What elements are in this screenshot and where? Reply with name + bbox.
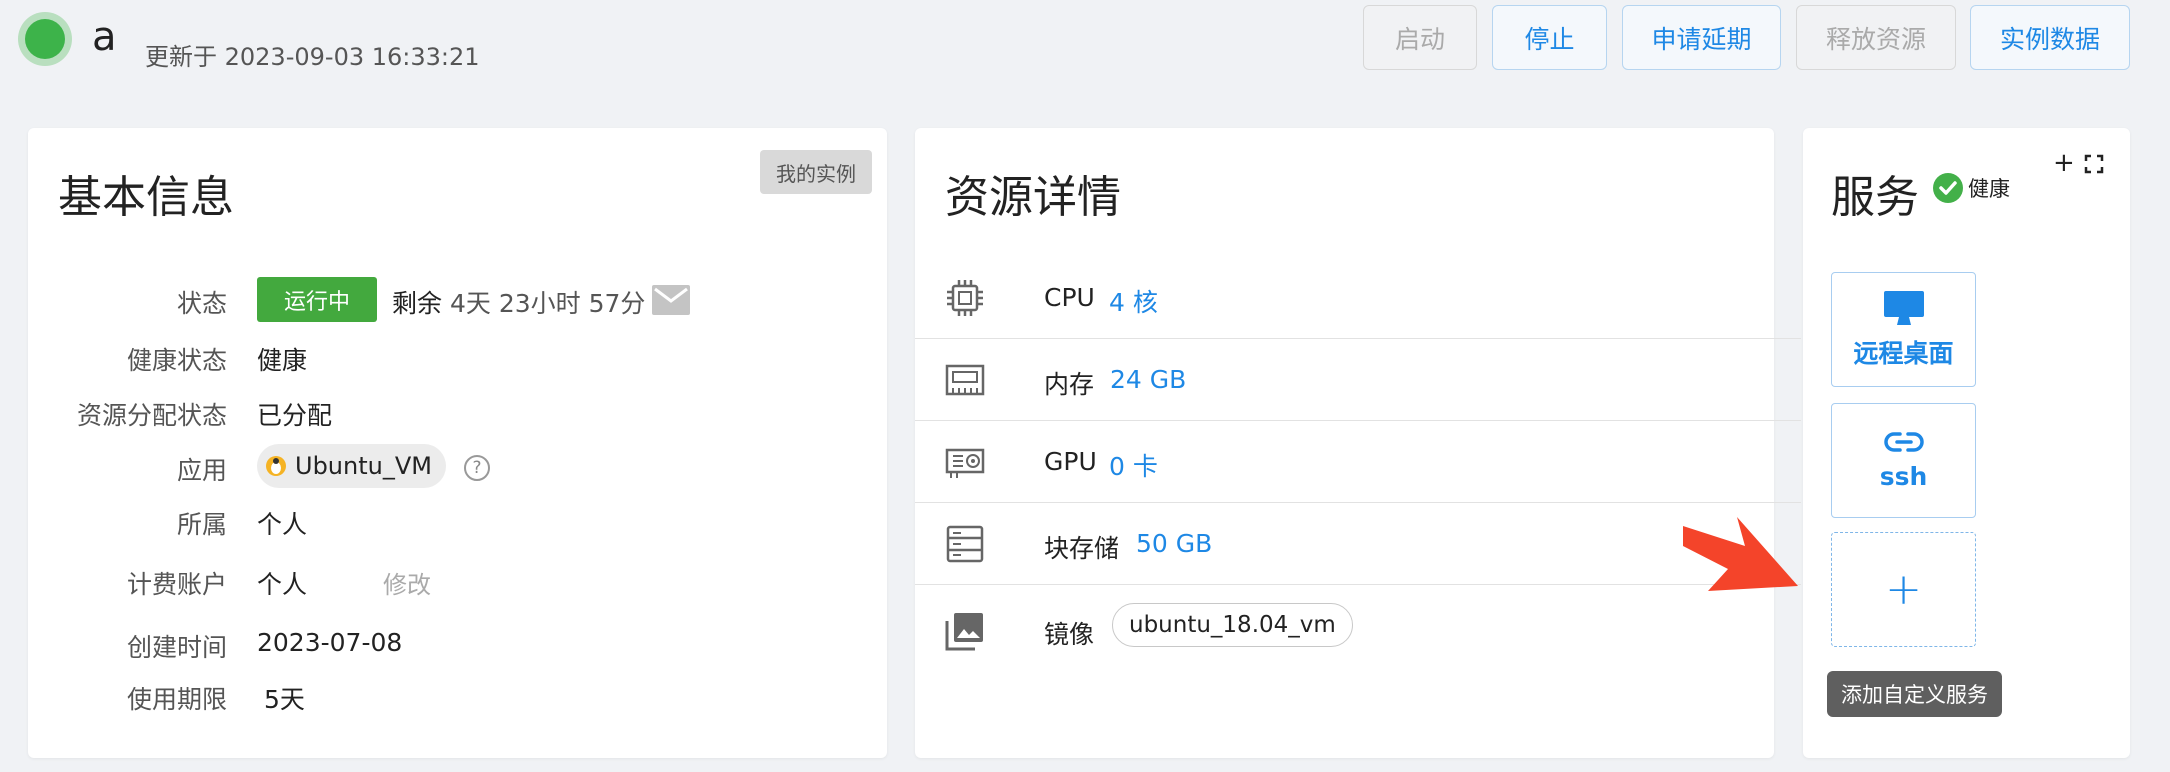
help-icon[interactable]: ? <box>464 455 490 481</box>
start-button[interactable]: 启动 <box>1363 5 1477 70</box>
extend-button[interactable]: 申请延期 <box>1622 5 1781 70</box>
remote-desktop-button[interactable]: 远程桌面 <box>1831 272 1976 387</box>
modify-link[interactable]: 修改 <box>383 565 431 600</box>
cpu-icon <box>947 280 983 316</box>
alloc-label: 资源分配状态 <box>76 401 227 430</box>
add-service-button[interactable]: + <box>1831 532 1976 647</box>
storage-icon <box>946 525 984 563</box>
release-button[interactable]: 释放资源 <box>1796 5 1956 70</box>
resource-row-image: 镜像 ubuntu_18.04_vm <box>915 585 1801 667</box>
add-service-tooltip: 添加自定义服务 <box>1827 671 2002 717</box>
instance-name: a <box>92 14 117 60</box>
billing-value: 个人 <box>257 570 308 599</box>
gpu-value: 0 卡 <box>1109 452 1158 481</box>
status-dot-icon <box>18 12 72 66</box>
instance-data-button[interactable]: 实例数据 <box>1970 5 2130 70</box>
created-label: 创建时间 <box>126 633 227 662</box>
resource-row-cpu: CPU 4 核 <box>915 257 1801 339</box>
link-icon <box>1883 432 1924 452</box>
stop-button[interactable]: 停止 <box>1492 5 1607 70</box>
memory-value: 24 GB <box>1110 365 1187 394</box>
remaining-label: 剩余 <box>392 289 443 318</box>
resource-row-storage: 块存储 50 GB <box>915 503 1801 585</box>
app-label: 应用 <box>176 456 227 485</box>
services-title: 服务 <box>1831 172 1919 223</box>
services-card: 服务 健康 + 远程桌面 ssh + 添加自定义服务 <box>1803 128 2130 758</box>
health-label: 健康状态 <box>126 346 227 375</box>
health-value: 健康 <box>257 346 308 375</box>
my-instances-tag[interactable]: 我的实例 <box>760 150 872 194</box>
services-health-text: 健康 <box>1968 177 2010 201</box>
remote-desktop-label: 远程桌面 <box>1853 338 1954 368</box>
gpu-icon <box>945 448 985 478</box>
owner-label: 所属 <box>176 510 227 539</box>
basic-info-title: 基本信息 <box>58 172 234 223</box>
storage-value: 50 GB <box>1136 529 1213 558</box>
status-badge: 运行中 <box>257 277 377 322</box>
memory-label: 内存 <box>1044 370 1095 399</box>
cpu-label: CPU <box>1044 283 1095 312</box>
image-chip[interactable]: ubuntu_18.04_vm <box>1112 603 1353 647</box>
gpu-label: GPU <box>1044 447 1097 476</box>
status-label: 状态 <box>176 289 227 318</box>
check-circle-icon <box>1933 173 1963 203</box>
fullscreen-icon[interactable] <box>2084 154 2104 174</box>
term-value: 5天 <box>264 685 305 714</box>
memory-icon <box>945 364 985 396</box>
ssh-button[interactable]: ssh <box>1831 403 1976 518</box>
ubuntu-app-icon <box>266 456 286 476</box>
resources-title: 资源详情 <box>945 172 1121 223</box>
resource-row-gpu: GPU 0 卡 <box>915 421 1801 503</box>
term-label: 使用期限 <box>126 685 227 714</box>
annotation-arrow-icon <box>1683 517 1798 591</box>
updated-timestamp: 更新于 2023-09-03 16:33:21 <box>145 43 480 71</box>
resources-card: 资源详情 CPU 4 核 内存 24 GB GPU 0 卡 块存储 50 GB … <box>915 128 1801 758</box>
add-icon[interactable]: + <box>2053 148 2075 178</box>
monitor-icon <box>1883 290 1924 325</box>
billing-label: 计费账户 <box>126 570 227 599</box>
image-icon <box>945 613 983 651</box>
ssh-label: ssh <box>1879 462 1928 491</box>
storage-label: 块存储 <box>1044 534 1120 563</box>
services-health: 健康 <box>1932 172 2010 204</box>
cpu-value: 4 核 <box>1109 288 1158 317</box>
app-name: Ubuntu_VM <box>295 452 432 480</box>
remaining-time: 4天 23小时 57分 <box>450 289 646 318</box>
mail-icon[interactable] <box>652 285 690 315</box>
owner-value: 个人 <box>257 510 308 539</box>
app-chip[interactable]: Ubuntu_VM <box>257 444 446 488</box>
resource-row-memory: 内存 24 GB <box>915 339 1801 421</box>
created-value: 2023-07-08 <box>257 628 403 657</box>
image-label: 镜像 <box>1044 620 1095 649</box>
basic-info-card: 基本信息 我的实例 状态 运行中 剩余 4天 23小时 57分 健康状态 健康 … <box>28 128 887 758</box>
alloc-value: 已分配 <box>257 401 333 430</box>
